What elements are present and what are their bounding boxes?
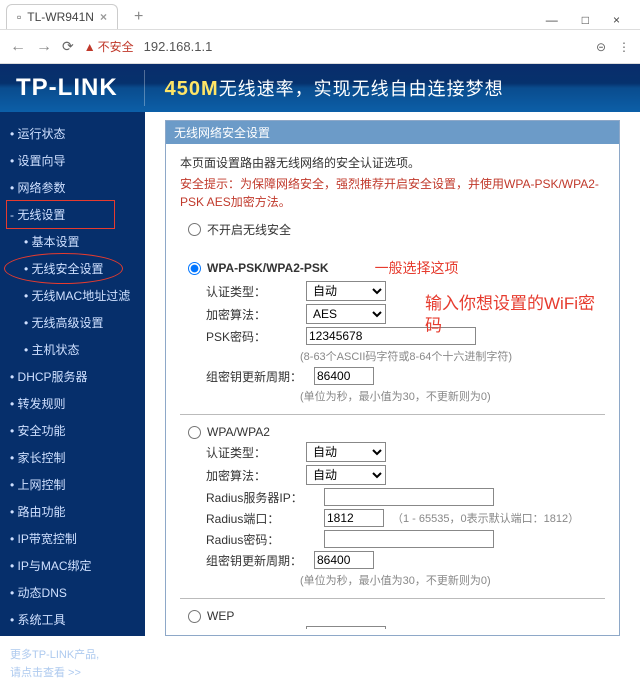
radio-wep[interactable] — [188, 610, 201, 623]
minimize-button[interactable]: — — [540, 11, 564, 29]
sidebar-item-ip-mac[interactable]: IP与MAC绑定 — [10, 552, 145, 579]
radio-wpa[interactable] — [188, 426, 201, 439]
address-bar[interactable]: 192.168.1.1 — [144, 39, 213, 54]
hint-gk2: (单位为秒，最小值为30，不更新则为0) — [180, 572, 605, 588]
sidebar-item-security[interactable]: 安全功能 — [10, 417, 145, 444]
tab-title: TL-WR941N — [27, 10, 94, 24]
sidebar-item-mac-filter[interactable]: 无线MAC地址过滤 — [10, 282, 145, 309]
sidebar-item-routing[interactable]: 路由功能 — [10, 498, 145, 525]
browser-tab[interactable]: ▫ TL-WR941N × — [6, 4, 118, 29]
label-auth-type2: 认证类型： — [206, 444, 298, 461]
label-gk: 组密钥更新周期： — [206, 368, 306, 385]
sidebar-item-wireless-basic[interactable]: 基本设置 — [10, 228, 145, 255]
hint-gk: (单位为秒，最小值为30，不更新则为0) — [180, 388, 605, 404]
select-auth-type[interactable]: 自动 — [306, 281, 386, 301]
label-psk: PSK密码： — [206, 328, 298, 345]
panel-intro: 本页面设置路由器无线网络的安全认证选项。 — [180, 154, 605, 171]
sidebar-item-dhcp[interactable]: DHCP服务器 — [10, 363, 145, 390]
more-products-link[interactable]: 更多TP-LINK产品,请点击查看 >> — [10, 647, 145, 682]
label-radius-ip: Radius服务器IP： — [206, 489, 316, 506]
sidebar-item-bandwidth[interactable]: IP带宽控制 — [10, 525, 145, 552]
sidebar-item-wireless[interactable]: 无线设置 — [10, 201, 145, 228]
sidebar-item-wireless-security[interactable]: 无线安全设置 — [10, 255, 145, 282]
close-window-button[interactable]: × — [607, 11, 626, 29]
security-tip: 安全提示：为保障网络安全，强烈推荐开启安全设置，并使用WPA-PSK/WPA2-… — [180, 175, 605, 211]
label-none: 不开启无线安全 — [207, 221, 291, 238]
brand-logo: TP-LINK — [16, 74, 118, 102]
divider — [144, 70, 145, 106]
nav-back-icon[interactable]: ← — [10, 38, 26, 56]
sidebar-item-access-control[interactable]: 上网控制 — [10, 471, 145, 498]
settings-panel: 无线网络安全设置 本页面设置路由器无线网络的安全认证选项。 安全提示：为保障网络… — [165, 120, 620, 636]
input-radius-ip[interactable] — [324, 488, 494, 506]
radio-none[interactable] — [188, 223, 201, 236]
label-radius-pw: Radius密码： — [206, 531, 316, 548]
select-auth-type2[interactable]: 自动 — [306, 442, 386, 462]
reload-icon[interactable]: ⟳ — [62, 38, 74, 55]
profile-icon[interactable]: ⊝ — [596, 40, 606, 54]
hint-psk: (8-63个ASCII码字符或8-64个十六进制字符) — [180, 348, 605, 364]
input-radius-port[interactable] — [324, 509, 384, 527]
sidebar-item-parental[interactable]: 家长控制 — [10, 444, 145, 471]
select-encryption2[interactable]: 自动 — [306, 465, 386, 485]
sidebar-item-wireless-adv[interactable]: 无线高级设置 — [10, 309, 145, 336]
new-tab-button[interactable]: + — [126, 5, 151, 29]
annotation-password: 输入你想设置的WiFi密码 — [425, 293, 605, 337]
tab-close-icon[interactable]: × — [100, 10, 107, 24]
label-wpa: WPA/WPA2 — [207, 425, 270, 439]
label-wep-auth: 认证类型： — [206, 628, 298, 630]
select-encryption[interactable]: AES — [306, 304, 386, 324]
sidebar: 运行状态 设置向导 网络参数 无线设置 基本设置 无线安全设置 无线MAC地址过… — [0, 112, 145, 636]
sidebar-item-host-status[interactable]: 主机状态 — [10, 336, 145, 363]
label-encryption2: 加密算法： — [206, 467, 298, 484]
sidebar-item-system[interactable]: 系统工具 — [10, 606, 145, 633]
nav-forward-icon: → — [36, 38, 52, 56]
label-psk: WPA-PSK/WPA2-PSK — [207, 261, 329, 275]
select-wep-auth[interactable]: 自动 — [306, 626, 386, 629]
annotation-pick: 一般选择这项 — [375, 258, 459, 278]
label-auth-type: 认证类型： — [206, 283, 298, 300]
input-radius-pw[interactable] — [324, 530, 494, 548]
slogan: 450M无线速率，实现无线自由连接梦想 — [165, 75, 504, 101]
sidebar-item-ddns[interactable]: 动态DNS — [10, 579, 145, 606]
radio-psk[interactable] — [188, 262, 201, 275]
sidebar-item-status[interactable]: 运行状态 — [10, 120, 145, 147]
label-radius-port: Radius端口： — [206, 510, 316, 527]
hint-radius-port: （1 - 65535，0表示默认端口：1812） — [392, 510, 579, 526]
label-wep: WEP — [207, 609, 234, 623]
input-gk2[interactable] — [314, 551, 374, 569]
maximize-button[interactable]: □ — [576, 11, 595, 29]
label-gk2: 组密钥更新周期： — [206, 552, 306, 569]
sidebar-item-wizard[interactable]: 设置向导 — [10, 147, 145, 174]
label-encryption: 加密算法： — [206, 306, 298, 323]
security-warning[interactable]: ▲ 不安全 — [84, 38, 134, 55]
panel-title: 无线网络安全设置 — [166, 121, 619, 144]
sidebar-item-forwarding[interactable]: 转发规则 — [10, 390, 145, 417]
page-icon: ▫ — [17, 10, 21, 24]
menu-icon[interactable]: ⋮ — [618, 40, 630, 54]
input-gk[interactable] — [314, 367, 374, 385]
sidebar-item-network[interactable]: 网络参数 — [10, 174, 145, 201]
